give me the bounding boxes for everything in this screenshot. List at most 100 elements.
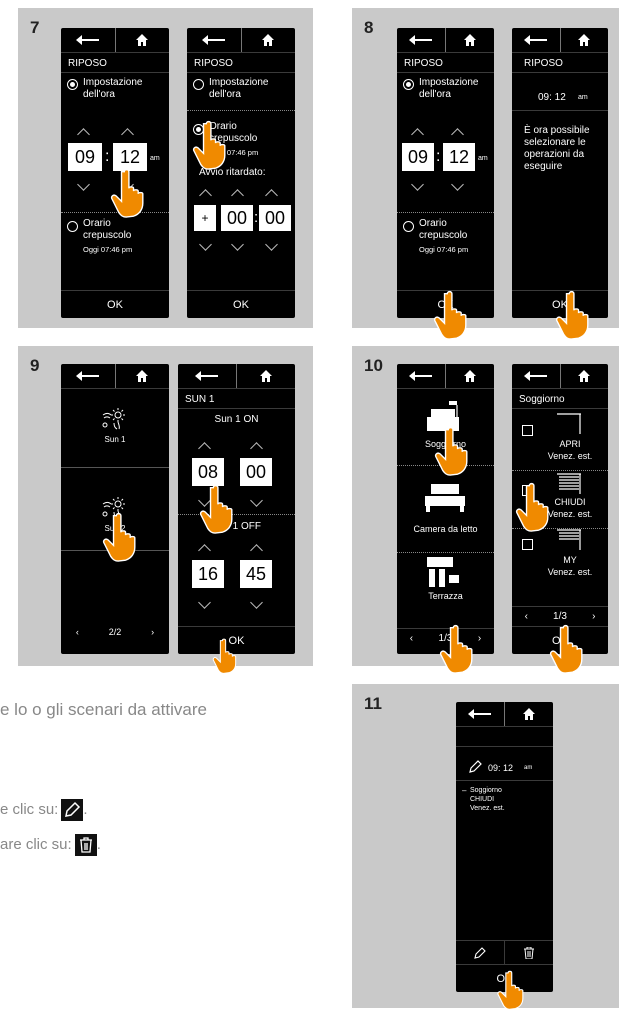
radio-time-setting[interactable] xyxy=(67,79,78,90)
back-button[interactable] xyxy=(187,28,241,52)
hour-down-arrow[interactable] xyxy=(411,178,424,191)
hour-value[interactable]: 09 xyxy=(402,143,434,171)
hour-value[interactable]: 09 xyxy=(68,143,102,171)
step-11-panel: 11 09: 12 am – Soggiorno CHIUDI Venez. e… xyxy=(352,684,619,1008)
item-label: Sun 1 xyxy=(104,435,126,444)
back-button[interactable] xyxy=(178,364,236,388)
sign-down-arrow[interactable] xyxy=(199,238,212,251)
hour-up-arrow[interactable] xyxy=(231,189,244,202)
screen-7a: RIPOSO Impostazione dell'ora 09 : 12 am … xyxy=(61,28,169,318)
home-button[interactable] xyxy=(504,702,553,726)
device-label: Venez. est. xyxy=(547,451,593,461)
minute-up-arrow[interactable] xyxy=(121,128,134,141)
terrace-icon xyxy=(427,557,459,587)
time-colon: : xyxy=(436,148,441,165)
prev-page-arrow[interactable]: ‹ xyxy=(410,633,413,644)
off-minute-value[interactable]: 45 xyxy=(240,560,272,588)
ampm-label: am xyxy=(150,155,160,162)
off-hour-down-arrow[interactable] xyxy=(198,596,211,609)
info-message: È ora possibile selezionare le operazion… xyxy=(524,125,590,172)
minute-value[interactable]: 12 xyxy=(443,143,475,171)
back-button[interactable] xyxy=(397,364,445,388)
next-page-arrow[interactable]: › xyxy=(478,633,481,644)
ampm-label: am xyxy=(524,765,533,771)
home-button[interactable] xyxy=(114,28,170,52)
edit-button[interactable] xyxy=(456,941,504,964)
action-item[interactable]: APRI Venez. est. xyxy=(512,409,608,469)
home-button[interactable] xyxy=(236,364,295,388)
off-minute-up-arrow[interactable] xyxy=(250,544,263,557)
checkbox[interactable] xyxy=(522,425,533,436)
home-icon xyxy=(463,33,477,47)
back-button[interactable] xyxy=(61,28,115,52)
back-button[interactable] xyxy=(61,364,115,388)
blind-open-icon xyxy=(557,413,581,434)
minute-up-arrow[interactable] xyxy=(451,128,464,141)
radio-time-setting[interactable] xyxy=(193,79,204,90)
prev-page-arrow[interactable]: ‹ xyxy=(76,627,79,637)
back-arrow-icon xyxy=(523,371,548,381)
screen-9b: SUN 1 Sun 1 ON 08 00 Sun 1 OFF 16 45 OK xyxy=(178,364,295,654)
hour-down-arrow[interactable] xyxy=(77,178,90,191)
list-item[interactable]: Sun 1 xyxy=(61,389,169,467)
toolbar xyxy=(512,364,608,388)
room-item-terrazza[interactable]: Terrazza xyxy=(397,553,494,605)
toolbar xyxy=(187,28,295,52)
back-button[interactable] xyxy=(512,28,560,52)
minute-up-arrow[interactable] xyxy=(265,189,278,202)
on-minute-up-arrow[interactable] xyxy=(250,442,263,455)
ok-button[interactable]: OK xyxy=(61,290,169,318)
option-dusk-label: Orario crepuscolo xyxy=(419,218,468,241)
checkbox[interactable] xyxy=(522,539,533,550)
off-hour-up-arrow[interactable] xyxy=(198,544,211,557)
minute-down-arrow[interactable] xyxy=(265,238,278,251)
step-number: 10 xyxy=(364,356,383,375)
back-button[interactable] xyxy=(456,702,504,726)
radio-dusk-time[interactable] xyxy=(67,221,78,232)
scene-room: Soggiorno xyxy=(470,787,502,794)
delete-button[interactable] xyxy=(504,941,553,964)
hour-up-arrow[interactable] xyxy=(411,128,424,141)
home-icon xyxy=(577,33,591,47)
back-button[interactable] xyxy=(512,364,560,388)
body-text-line: e clic su:. xyxy=(0,799,88,821)
radio-time-setting[interactable] xyxy=(403,79,414,90)
off-hour-value[interactable]: 16 xyxy=(192,560,224,588)
blind-closed-icon xyxy=(556,473,582,495)
off-minute-down-arrow[interactable] xyxy=(250,596,263,609)
home-button[interactable] xyxy=(445,364,494,388)
room-item-camera[interactable]: Camera da letto xyxy=(397,466,494,552)
sign-up-arrow[interactable] xyxy=(199,189,212,202)
home-button[interactable] xyxy=(114,364,170,388)
home-button[interactable] xyxy=(559,364,609,388)
option-time-setting-label: Impostazione dell'ora xyxy=(83,77,143,100)
home-button[interactable] xyxy=(240,28,296,52)
next-page-arrow[interactable]: › xyxy=(151,627,154,637)
home-button[interactable] xyxy=(445,28,494,52)
hand-pointer-icon xyxy=(433,426,471,476)
action-item[interactable]: MY Venez. est. xyxy=(512,529,608,585)
minute-value[interactable]: 12 xyxy=(113,143,147,171)
back-button[interactable] xyxy=(397,28,445,52)
on-minute-value[interactable]: 00 xyxy=(240,458,272,486)
ok-button[interactable]: OK xyxy=(187,290,295,318)
minute-down-arrow[interactable] xyxy=(451,178,464,191)
home-button[interactable] xyxy=(559,28,609,52)
next-page-arrow[interactable]: › xyxy=(592,611,595,622)
back-arrow-icon xyxy=(409,35,433,45)
radio-dusk-time[interactable] xyxy=(403,221,414,232)
on-hour-value[interactable]: 08 xyxy=(192,458,224,486)
on-label: Sun 1 ON xyxy=(214,414,259,425)
on-hour-up-arrow[interactable] xyxy=(198,442,211,455)
delay-sign[interactable]: + xyxy=(194,205,216,231)
delay-minute[interactable]: 00 xyxy=(259,205,291,231)
hour-up-arrow[interactable] xyxy=(77,128,90,141)
pencil-icon[interactable] xyxy=(468,760,482,774)
on-minute-down-arrow[interactable] xyxy=(250,494,263,507)
delay-hour[interactable]: 00 xyxy=(221,205,253,231)
bedroom-icon xyxy=(425,484,465,512)
sun-sensor-icon xyxy=(99,407,129,431)
hour-down-arrow[interactable] xyxy=(231,238,244,251)
blind-my-icon xyxy=(557,529,581,550)
prev-page-arrow[interactable]: ‹ xyxy=(525,611,528,622)
